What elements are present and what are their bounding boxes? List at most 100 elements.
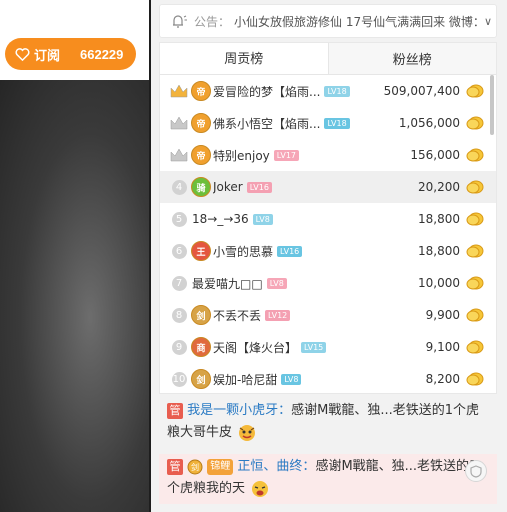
heart-icon bbox=[15, 47, 30, 61]
coin-icon bbox=[466, 372, 484, 386]
rank-number-value: 4 bbox=[171, 179, 187, 195]
crown-icon bbox=[168, 144, 190, 166]
ranking-username: 特别enjoy bbox=[213, 148, 270, 163]
ranking-row[interactable]: 7 最爱喵九□□ LV8 10,000 bbox=[160, 267, 496, 299]
contribution-amount: 20,200 bbox=[418, 180, 460, 194]
coin-icon bbox=[466, 276, 484, 290]
rank-number: 6 bbox=[168, 240, 190, 262]
ranking-tabs: 周贡榜 粉丝榜 bbox=[160, 43, 496, 75]
ranking-list[interactable]: 帝爱冒险的梦【焰雨... LV18 509,007,400 帝佛系小悟空【焰雨... L… bbox=[160, 75, 496, 393]
subscribe-button[interactable]: 订阅 662229 bbox=[5, 38, 136, 70]
rank-number-value: 6 bbox=[171, 243, 187, 259]
ranking-username: 天阁【烽火台】 bbox=[213, 340, 298, 355]
contribution-amount: 10,000 bbox=[418, 276, 460, 290]
noble-badge: 剑 bbox=[191, 369, 211, 389]
ranking-panel: 周贡榜 粉丝榜 帝爱冒险的梦【焰雨... LV18 509,007,400 帝佛系小悟… bbox=[159, 42, 497, 394]
subscribe-label: 订阅 bbox=[34, 47, 61, 63]
rank-number-value: 5 bbox=[171, 211, 187, 227]
contribution-amount: 18,800 bbox=[418, 212, 460, 226]
noble-badge: 骑 bbox=[191, 177, 211, 197]
level-badge: LV18 bbox=[324, 117, 350, 129]
coin-icon bbox=[466, 116, 484, 130]
rank-number: 8 bbox=[168, 304, 190, 326]
rank-number: 9 bbox=[168, 336, 190, 358]
rank-number-value: 7 bbox=[171, 275, 187, 291]
chat-message: 管 我是一颗小虎牙：感谢M戰龍、独...老铁送的1个虎粮大哥牛皮 bbox=[159, 398, 497, 448]
rank-number: 4 bbox=[168, 176, 190, 198]
tab-fans[interactable]: 粉丝榜 bbox=[327, 43, 496, 74]
ranking-row[interactable]: 6 王小雪的思慕 LV16 18,800 bbox=[160, 235, 496, 267]
coin-icon bbox=[466, 340, 484, 354]
contribution-amount: 1,056,000 bbox=[398, 116, 460, 130]
rank-number-value: 10 bbox=[171, 371, 187, 387]
noble-badge: 帝 bbox=[191, 145, 211, 165]
level-badge: LV15 bbox=[301, 341, 327, 353]
level-badge: LV16 bbox=[277, 245, 303, 257]
chevron-down-icon[interactable]: ∨ bbox=[480, 15, 496, 28]
noble-badge: 帝 bbox=[191, 113, 211, 133]
ranking-row[interactable]: 4 骑 Joker LV16 20,200 bbox=[160, 171, 496, 203]
noble-badge-icon: 剑 bbox=[187, 459, 203, 474]
notice-text: 小仙女放假旅游修仙 17号仙气满满回来 微博： bbox=[234, 14, 480, 29]
notice-label: 公告： bbox=[194, 14, 231, 29]
svg-text:剑: 剑 bbox=[191, 462, 199, 472]
ranking-username: Joker bbox=[213, 180, 243, 194]
level-badge: LV16 bbox=[246, 181, 272, 193]
ranking-username: 佛系小悟空【焰雨... bbox=[213, 116, 321, 131]
crying-emoji-icon bbox=[252, 480, 269, 497]
chat-username[interactable]: 我是一颗小虎牙： bbox=[187, 403, 291, 418]
coin-icon bbox=[466, 244, 484, 258]
crown-icon bbox=[168, 112, 190, 134]
ranking-username: 18→_→36 bbox=[192, 212, 249, 226]
right-panel: 公告： 小仙女放假旅游修仙 17号仙气满满回来 微博： ∨ 周贡榜 粉丝榜 帝爱… bbox=[151, 0, 507, 512]
rank-number: 7 bbox=[168, 272, 190, 294]
ranking-username: 不丢不丢 bbox=[213, 308, 262, 323]
admin-tag: 管 bbox=[167, 458, 183, 475]
video-player[interactable] bbox=[0, 80, 150, 512]
coin-icon bbox=[466, 212, 484, 226]
contribution-amount: 8,200 bbox=[425, 372, 460, 386]
contribution-amount: 9,900 bbox=[425, 308, 460, 322]
crown-icon bbox=[168, 80, 190, 102]
admin-tag: 管 bbox=[167, 402, 183, 419]
ranking-row[interactable]: 10 剑娱加-哈尼甜 LV8 8,200 bbox=[160, 363, 496, 393]
ranking-row[interactable]: 5 18→_→36 LV8 18,800 bbox=[160, 203, 496, 235]
level-badge: LV8 bbox=[252, 213, 273, 225]
ranking-row[interactable]: 9 商天阁【烽火台】 LV15 9,100 bbox=[160, 331, 496, 363]
tiger-emoji-icon bbox=[239, 424, 256, 441]
coin-icon bbox=[466, 84, 484, 98]
left-top-area: 订阅 662229 bbox=[0, 0, 150, 80]
ranking-row[interactable]: 帝特别enjoy LV17 156,000 bbox=[160, 139, 496, 171]
contribution-amount: 156,000 bbox=[410, 148, 460, 162]
shield-icon[interactable] bbox=[465, 460, 487, 482]
ranking-row[interactable]: 帝佛系小悟空【焰雨... LV18 1,056,000 bbox=[160, 107, 496, 139]
notice-bar[interactable]: 公告： 小仙女放假旅游修仙 17号仙气满满回来 微博： ∨ bbox=[159, 4, 497, 38]
level-badge: LV8 bbox=[266, 277, 287, 289]
ranking-username: 最爱喵九□□ bbox=[192, 276, 263, 291]
chat-username[interactable]: 正恒、曲终： bbox=[237, 459, 315, 474]
level-badge: LV8 bbox=[281, 373, 302, 385]
rank-number: 5 bbox=[168, 208, 190, 230]
fan-badge: 锦鲤 bbox=[207, 458, 234, 475]
rank-number-value: 9 bbox=[171, 339, 187, 355]
coin-icon bbox=[466, 180, 484, 194]
tab-weekly-contribution[interactable]: 周贡榜 bbox=[160, 43, 328, 74]
ranking-username: 爱冒险的梦【焰雨... bbox=[213, 84, 321, 99]
coin-icon bbox=[466, 148, 484, 162]
noble-badge: 王 bbox=[191, 241, 211, 261]
ranking-username: 小雪的思慕 bbox=[213, 244, 274, 259]
rank-number: 10 bbox=[168, 368, 190, 390]
chat-message: 管 剑 锦鲤 正恒、曲终：感谢M戰龍、独...老铁送的1个虎粮我的天 bbox=[159, 454, 497, 504]
level-badge: LV12 bbox=[265, 309, 291, 321]
contribution-amount: 18,800 bbox=[418, 244, 460, 258]
bell-icon bbox=[173, 15, 187, 28]
contribution-amount: 9,100 bbox=[425, 340, 460, 354]
subscribe-count: 662229 bbox=[80, 46, 124, 62]
contribution-amount: 509,007,400 bbox=[383, 84, 460, 98]
chat-area: 管 我是一颗小虎牙：感谢M戰龍、独...老铁送的1个虎粮大哥牛皮 管 剑 锦鲤 … bbox=[159, 398, 497, 504]
ranking-row[interactable]: 帝爱冒险的梦【焰雨... LV18 509,007,400 bbox=[160, 75, 496, 107]
noble-badge: 帝 bbox=[191, 81, 211, 101]
ranking-row[interactable]: 8 剑不丢不丢 LV12 9,900 bbox=[160, 299, 496, 331]
level-badge: LV18 bbox=[324, 85, 350, 97]
coin-icon bbox=[466, 308, 484, 322]
